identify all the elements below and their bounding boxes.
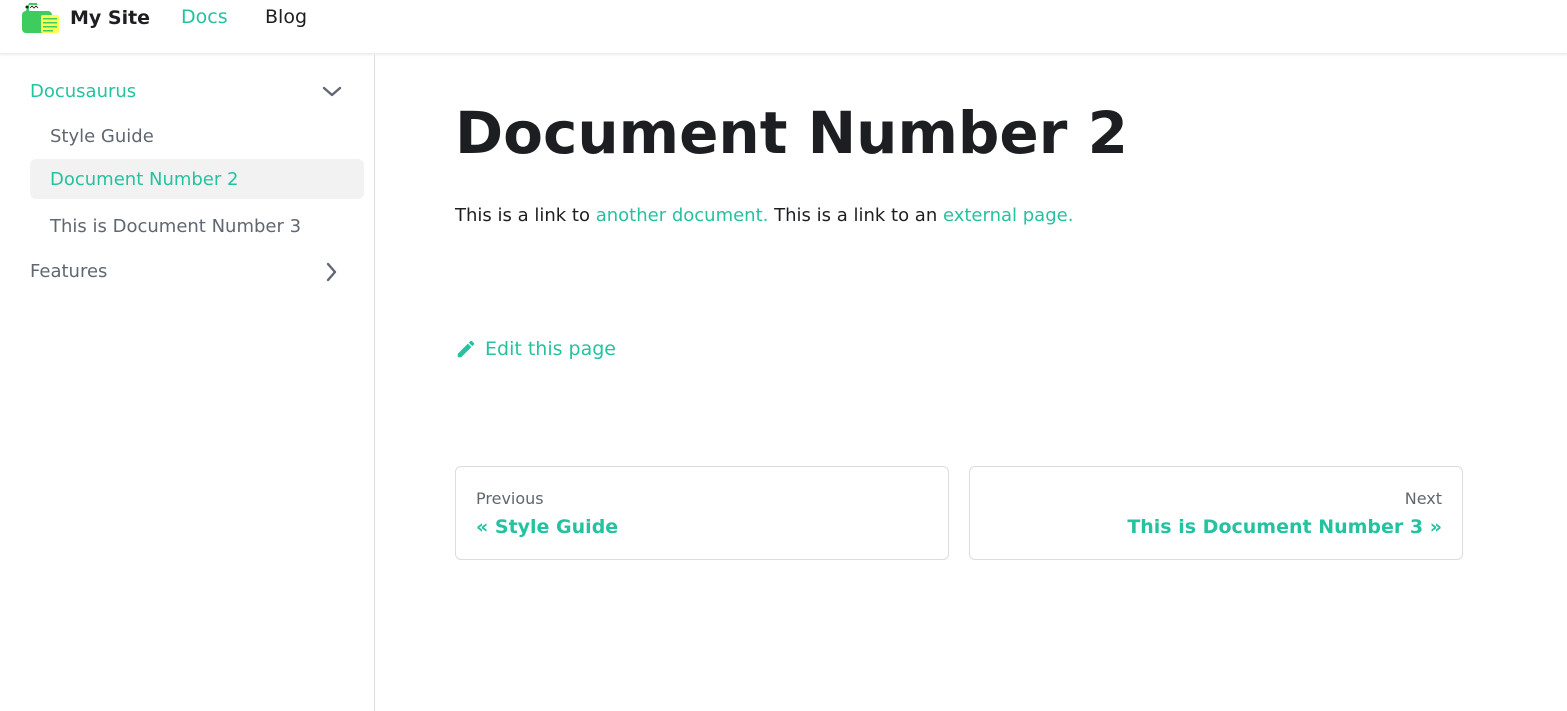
pagination-next-label: This is Document Number 3 » bbox=[1127, 516, 1442, 538]
docusaurus-logo bbox=[22, 3, 59, 33]
pagination-next-sublabel: Next bbox=[1404, 489, 1442, 508]
pagination-previous-label: « Style Guide bbox=[476, 516, 619, 538]
nav-link-docs[interactable]: Docs bbox=[181, 6, 228, 28]
brand-title: My Site bbox=[70, 7, 151, 29]
pagination-previous[interactable]: Previous « Style Guide bbox=[455, 466, 949, 560]
brand-link[interactable]: My Site bbox=[21, 0, 150, 36]
nav-link-blog[interactable]: Blog bbox=[265, 6, 307, 28]
pencil-icon bbox=[457, 340, 475, 358]
sidebar-category-label: Features bbox=[30, 260, 108, 282]
link-external-page[interactable]: external page. bbox=[943, 205, 1073, 226]
chevron-right-icon[interactable] bbox=[322, 262, 342, 282]
paragraph-text: This is a link to bbox=[455, 205, 596, 226]
sidebar-category-docusaurus[interactable]: Docusaurus bbox=[30, 71, 364, 111]
sidebar-item-style-guide[interactable]: Style Guide bbox=[30, 116, 364, 156]
edit-this-page-link[interactable]: Edit this page bbox=[455, 338, 616, 360]
paragraph-text: This is a link to an bbox=[768, 205, 943, 226]
chevron-down-icon[interactable] bbox=[322, 82, 342, 102]
sidebar-item-label: Style Guide bbox=[50, 125, 154, 147]
pagination-previous-sublabel: Previous bbox=[476, 489, 544, 508]
sidebar-item-label: This is Document Number 3 bbox=[50, 215, 302, 237]
sidebar-item-document-number-3[interactable]: This is Document Number 3 bbox=[30, 206, 364, 246]
sidebar-category-label: Docusaurus bbox=[30, 80, 137, 102]
pagination-next[interactable]: Next This is Document Number 3 » bbox=[969, 466, 1463, 560]
link-another-document[interactable]: another document. bbox=[596, 205, 769, 226]
doc-paragraph: This is a link to another document. This… bbox=[455, 205, 1073, 226]
sidebar-item-label: Document Number 2 bbox=[50, 168, 239, 190]
docs-sidebar: Docusaurus Style Guide Document Number 2… bbox=[0, 55, 375, 711]
sidebar-item-document-number-2[interactable]: Document Number 2 bbox=[30, 159, 364, 199]
sidebar-category-features[interactable]: Features bbox=[30, 251, 364, 291]
navbar: My Site Docs Blog bbox=[0, 0, 1567, 54]
page-title: Document Number 2 bbox=[455, 99, 1128, 167]
edit-link-label: Edit this page bbox=[485, 338, 616, 360]
